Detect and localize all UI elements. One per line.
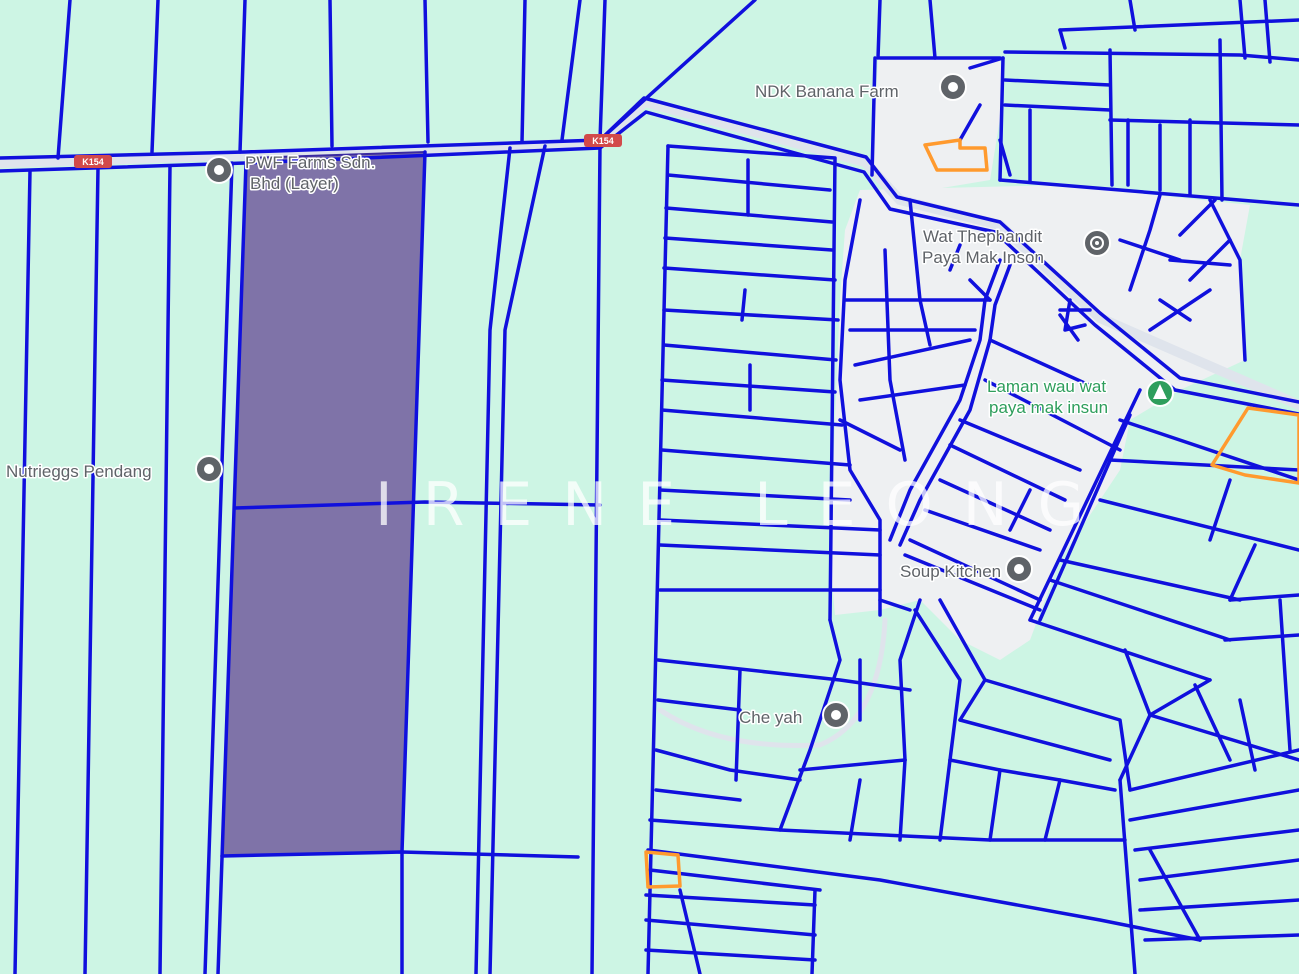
road-shield-k154-west: K154 xyxy=(74,155,112,168)
svg-text:K154: K154 xyxy=(82,157,104,167)
svg-text:Wat Thepbandit: Wat Thepbandit xyxy=(923,227,1042,246)
svg-text:paya mak insun: paya mak insun xyxy=(989,398,1108,417)
svg-text:K154: K154 xyxy=(592,136,614,146)
pin-icon xyxy=(822,701,850,729)
svg-text:NDK Banana Farm: NDK Banana Farm xyxy=(755,82,899,101)
svg-text:PWF Farms Sdn.: PWF Farms Sdn. xyxy=(245,153,375,172)
pin-icon xyxy=(939,73,967,101)
svg-text:Nutrieggs Pendang: Nutrieggs Pendang xyxy=(6,462,152,481)
pin-icon xyxy=(205,156,233,184)
svg-text:Bhd (Layer): Bhd (Layer) xyxy=(250,174,339,193)
pin-icon xyxy=(195,455,223,483)
watermark: IRENE LEONG xyxy=(375,470,1114,540)
map-canvas[interactable]: K154 K154 NDK Banana Farm PWF Farms Sdn.… xyxy=(0,0,1299,974)
road-shield-k154-east: K154 xyxy=(584,134,622,147)
svg-text:Che yah: Che yah xyxy=(739,708,802,727)
svg-text:Soup Kitchen: Soup Kitchen xyxy=(900,562,1001,581)
svg-text:Paya Mak Inson: Paya Mak Inson xyxy=(922,248,1044,267)
pin-icon xyxy=(1005,555,1033,583)
park-icon xyxy=(1146,379,1174,407)
svg-text:Laman wau wat: Laman wau wat xyxy=(987,377,1106,396)
temple-icon xyxy=(1083,229,1111,257)
